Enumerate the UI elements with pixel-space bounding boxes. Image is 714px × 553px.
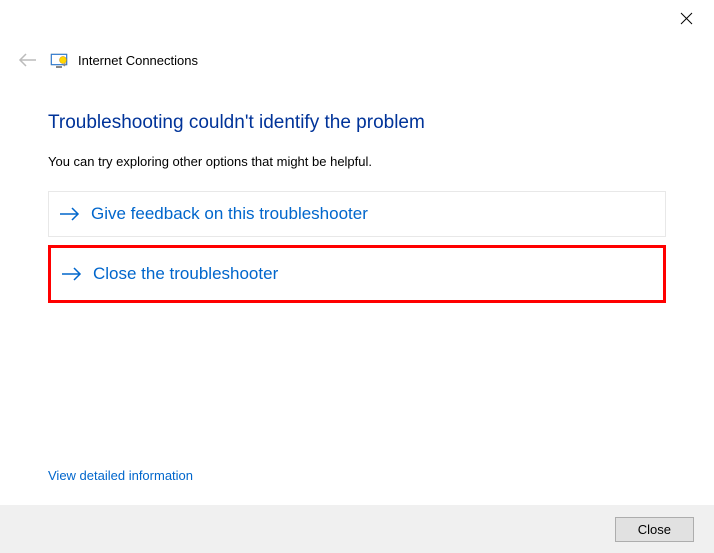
titlebar <box>0 0 714 40</box>
troubleshooter-icon <box>50 51 68 69</box>
arrow-right-icon <box>61 265 83 283</box>
back-button[interactable] <box>16 48 40 72</box>
back-arrow-icon <box>18 53 38 67</box>
close-button[interactable]: Close <box>615 517 694 542</box>
result-heading: Troubleshooting couldn't identify the pr… <box>48 112 666 134</box>
option-label: Give feedback on this troubleshooter <box>91 204 368 224</box>
content-area: Troubleshooting couldn't identify the pr… <box>0 72 714 303</box>
header-row: Internet Connections <box>0 40 714 72</box>
result-subtext: You can try exploring other options that… <box>48 154 666 169</box>
view-detailed-link[interactable]: View detailed information <box>48 468 193 483</box>
footer-bar: Close <box>0 505 714 553</box>
option-close-troubleshooter[interactable]: Close the troubleshooter <box>48 245 666 303</box>
window-title: Internet Connections <box>78 53 198 68</box>
close-icon <box>680 12 693 25</box>
arrow-right-icon <box>59 205 81 223</box>
option-give-feedback[interactable]: Give feedback on this troubleshooter <box>48 191 666 237</box>
window-close-button[interactable] <box>676 8 696 28</box>
option-label: Close the troubleshooter <box>93 264 278 284</box>
